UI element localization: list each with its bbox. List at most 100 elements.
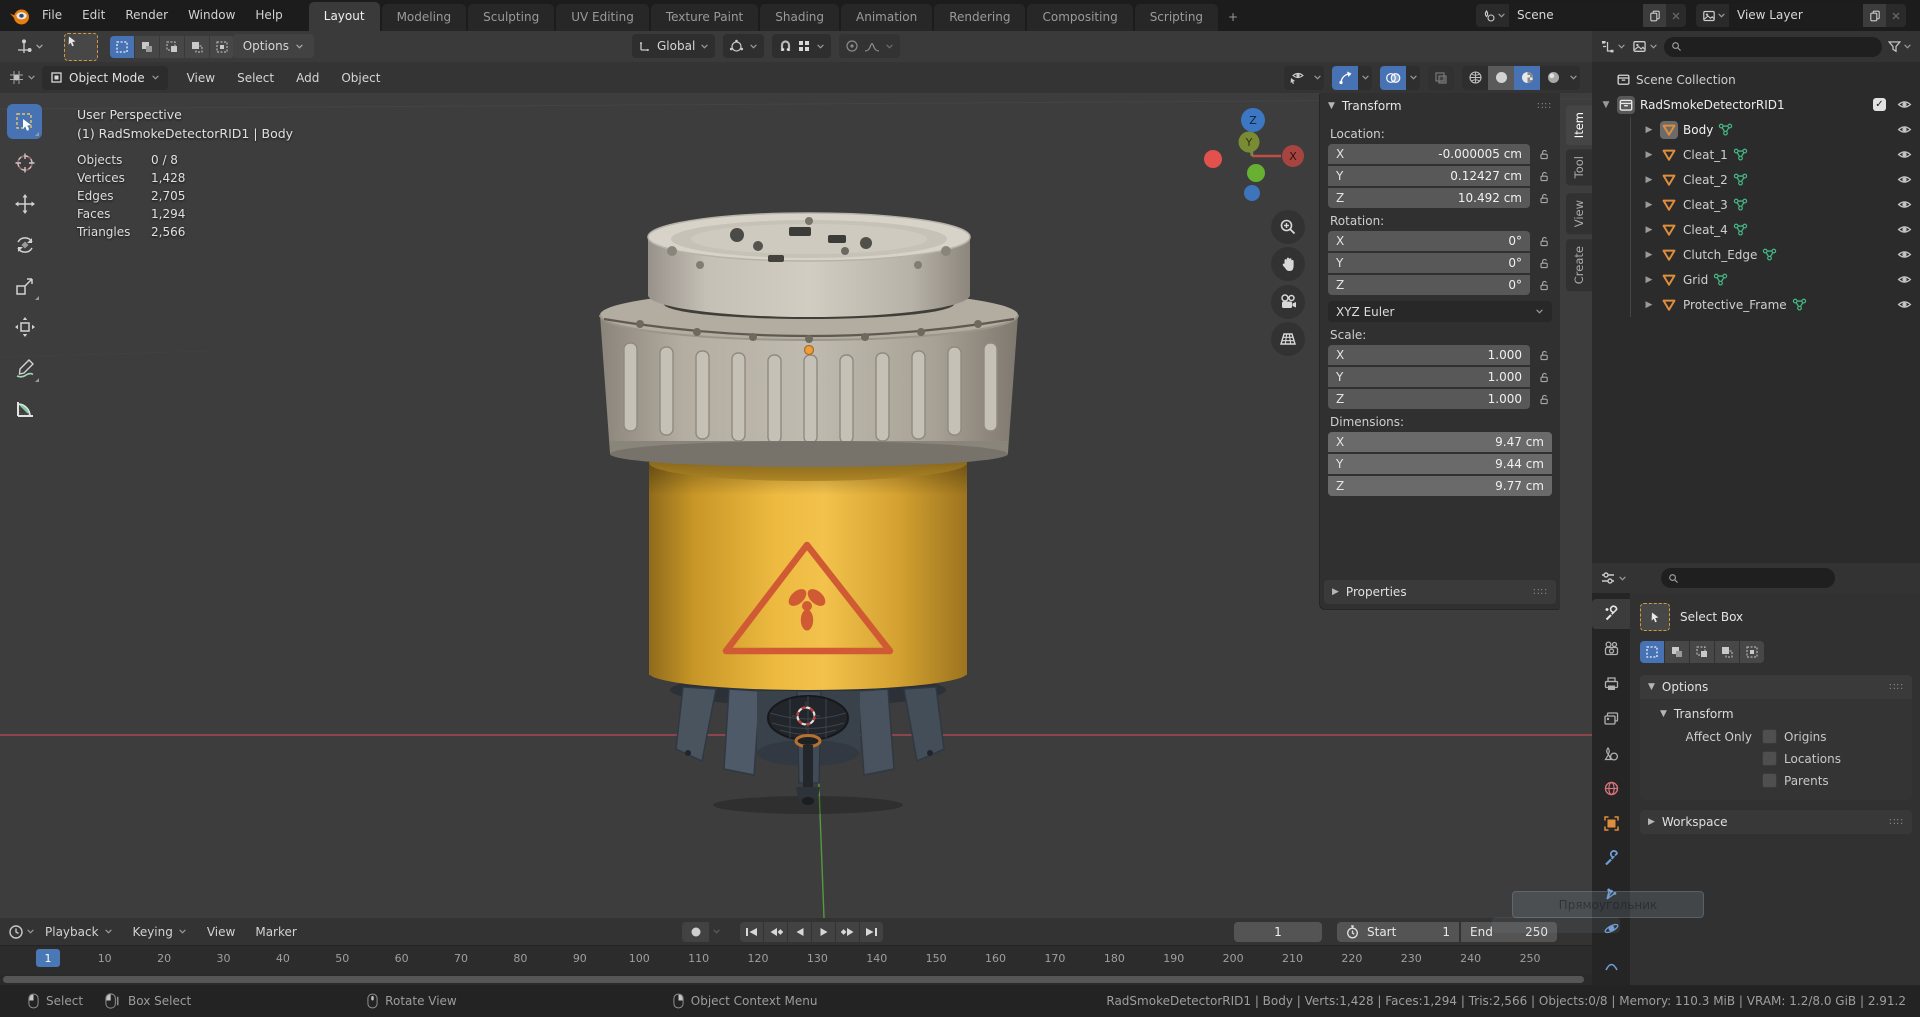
- select-mode-subtract[interactable]: [160, 35, 184, 58]
- editor-type-dropdown[interactable]: [8, 69, 36, 86]
- scale-z-field[interactable]: Z 1.000: [1328, 389, 1530, 409]
- tab-active-tool[interactable]: [1592, 599, 1630, 629]
- tool-options-dropdown[interactable]: Options: [232, 34, 314, 58]
- eye-icon[interactable]: [1897, 97, 1912, 112]
- tab-texture-paint[interactable]: Texture Paint: [650, 4, 759, 31]
- menu-object[interactable]: Object: [330, 71, 391, 85]
- expand-arrow-icon[interactable]: ▶: [1643, 150, 1655, 160]
- shading-material-button[interactable]: [1514, 65, 1540, 90]
- view-layer-selector[interactable]: View Layer: [1696, 4, 1906, 27]
- eye-icon[interactable]: [1897, 147, 1912, 162]
- camera-view-button[interactable]: [1271, 285, 1305, 319]
- active-tool-button[interactable]: [64, 32, 98, 61]
- tab-view-layer[interactable]: [1592, 704, 1630, 734]
- rotation-z-field[interactable]: Z 0°: [1328, 275, 1530, 295]
- outliner-filter-type-dropdown[interactable]: [1632, 39, 1658, 54]
- expand-arrow-icon[interactable]: ▶: [1643, 225, 1655, 235]
- tool-select-box[interactable]: [7, 104, 42, 139]
- frame-start-field[interactable]: Start 1: [1337, 921, 1459, 942]
- dimension-y-field[interactable]: Y 9.44 cm: [1328, 454, 1552, 474]
- tab-shading[interactable]: Shading: [760, 4, 839, 31]
- ortho-toggle-button[interactable]: [1271, 322, 1305, 356]
- tab-animation[interactable]: Animation: [841, 4, 933, 31]
- current-frame-field[interactable]: 1: [1234, 921, 1322, 942]
- gizmo-x-ball[interactable]: [1204, 150, 1222, 168]
- show-gizmo-toggle[interactable]: [1332, 65, 1358, 90]
- properties-search-input[interactable]: [1661, 568, 1835, 588]
- panel-grip[interactable]: ∷∷: [1537, 101, 1552, 112]
- keying-set-dropdown[interactable]: [709, 922, 724, 942]
- menu-window[interactable]: Window: [178, 0, 245, 31]
- expand-arrow-icon[interactable]: ▶: [1643, 175, 1655, 185]
- tool-move[interactable]: [7, 186, 42, 221]
- scale-y-field[interactable]: Y 1.000: [1328, 367, 1530, 387]
- auto-keying-button[interactable]: [682, 921, 709, 942]
- gizmo-z-neg-ball[interactable]: [1244, 185, 1260, 201]
- tab-modifiers[interactable]: [1592, 843, 1630, 873]
- sidebar-tab-item[interactable]: Item: [1566, 105, 1592, 146]
- active-tool-thumbnail[interactable]: [1640, 603, 1670, 631]
- pivot-dropdown[interactable]: [723, 34, 765, 58]
- timeline-scrollbar[interactable]: [3, 976, 1584, 983]
- tool-scale[interactable]: [7, 268, 42, 303]
- menu-select[interactable]: Select: [226, 71, 285, 85]
- menu-view[interactable]: View: [197, 925, 245, 939]
- menu-add[interactable]: Add: [285, 71, 330, 85]
- tool-transform[interactable]: [7, 309, 42, 344]
- lock-icon[interactable]: [1536, 371, 1552, 383]
- tab-world[interactable]: [1592, 774, 1630, 804]
- lock-icon[interactable]: [1536, 349, 1552, 361]
- view-layer-name-field[interactable]: View Layer: [1729, 4, 1863, 27]
- lock-icon[interactable]: [1536, 235, 1552, 247]
- outliner-search-input[interactable]: [1664, 36, 1882, 57]
- lock-icon[interactable]: [1536, 170, 1552, 182]
- scene-selector[interactable]: Scene: [1476, 4, 1686, 27]
- eye-icon[interactable]: [1897, 122, 1912, 137]
- eye-icon[interactable]: [1897, 247, 1912, 262]
- expand-arrow-icon[interactable]: ▶: [1643, 275, 1655, 285]
- tool-dropdown[interactable]: [8, 35, 50, 59]
- scale-x-field[interactable]: X 1.000: [1328, 345, 1530, 365]
- tab-object-data[interactable]: [1592, 950, 1630, 980]
- outliner-object-row[interactable]: ▶ Cleat_3: [1631, 192, 1920, 217]
- collapse-arrow-icon[interactable]: ▼: [1600, 100, 1612, 110]
- orientation-dropdown[interactable]: Global: [632, 34, 716, 58]
- menu-file[interactable]: File: [32, 0, 72, 31]
- overlays-dropdown[interactable]: [1406, 73, 1420, 82]
- sidebar-tab-view[interactable]: View: [1566, 193, 1592, 235]
- scene-collection-row[interactable]: Scene Collection: [1600, 67, 1920, 92]
- outliner-filter-dropdown[interactable]: [1888, 40, 1912, 53]
- tab-object[interactable]: [1592, 808, 1630, 838]
- menu-render[interactable]: Render: [115, 0, 178, 31]
- collection-checkbox[interactable]: ✓: [1873, 98, 1886, 111]
- expand-arrow-icon[interactable]: ▶: [1643, 125, 1655, 135]
- expand-arrow-icon[interactable]: ▶: [1643, 250, 1655, 260]
- lock-icon[interactable]: [1536, 148, 1552, 160]
- select-mode-new[interactable]: [1640, 641, 1664, 663]
- locations-checkbox[interactable]: [1762, 751, 1777, 766]
- sidebar-tab-create[interactable]: Create: [1566, 239, 1592, 292]
- next-keyframe-button[interactable]: [836, 921, 859, 942]
- transform-subpanel-header[interactable]: ▼ Transform: [1648, 705, 1904, 729]
- new-view-layer-button[interactable]: [1863, 4, 1886, 27]
- zoom-button[interactable]: [1271, 210, 1305, 244]
- menu-help[interactable]: Help: [245, 0, 292, 31]
- add-workspace-button[interactable]: +: [1220, 4, 1246, 31]
- outliner-object-row[interactable]: ▶ Protective_Frame: [1631, 292, 1920, 317]
- tab-scene[interactable]: [1592, 739, 1630, 769]
- new-scene-button[interactable]: [1643, 4, 1666, 27]
- collection-row[interactable]: ▼ RadSmokeDetectorRID1 ✓: [1600, 92, 1920, 117]
- outliner-object-row[interactable]: ▶ Body: [1631, 117, 1920, 142]
- select-mode-subtract[interactable]: [1690, 641, 1714, 663]
- lock-icon[interactable]: [1536, 393, 1552, 405]
- tab-sculpting[interactable]: Sculpting: [468, 4, 555, 31]
- rotation-mode-dropdown[interactable]: XYZ Euler: [1328, 301, 1552, 322]
- previous-keyframe-button[interactable]: [764, 921, 787, 942]
- tab-layout[interactable]: Layout: [308, 2, 380, 31]
- object-visibility-dropdown[interactable]: [1284, 65, 1324, 90]
- tab-uv-editing[interactable]: UV Editing: [556, 4, 649, 31]
- lock-icon[interactable]: [1536, 279, 1552, 291]
- xray-toggle[interactable]: [1428, 65, 1454, 90]
- dimension-x-field[interactable]: X 9.47 cm: [1328, 432, 1552, 452]
- lock-icon[interactable]: [1536, 257, 1552, 269]
